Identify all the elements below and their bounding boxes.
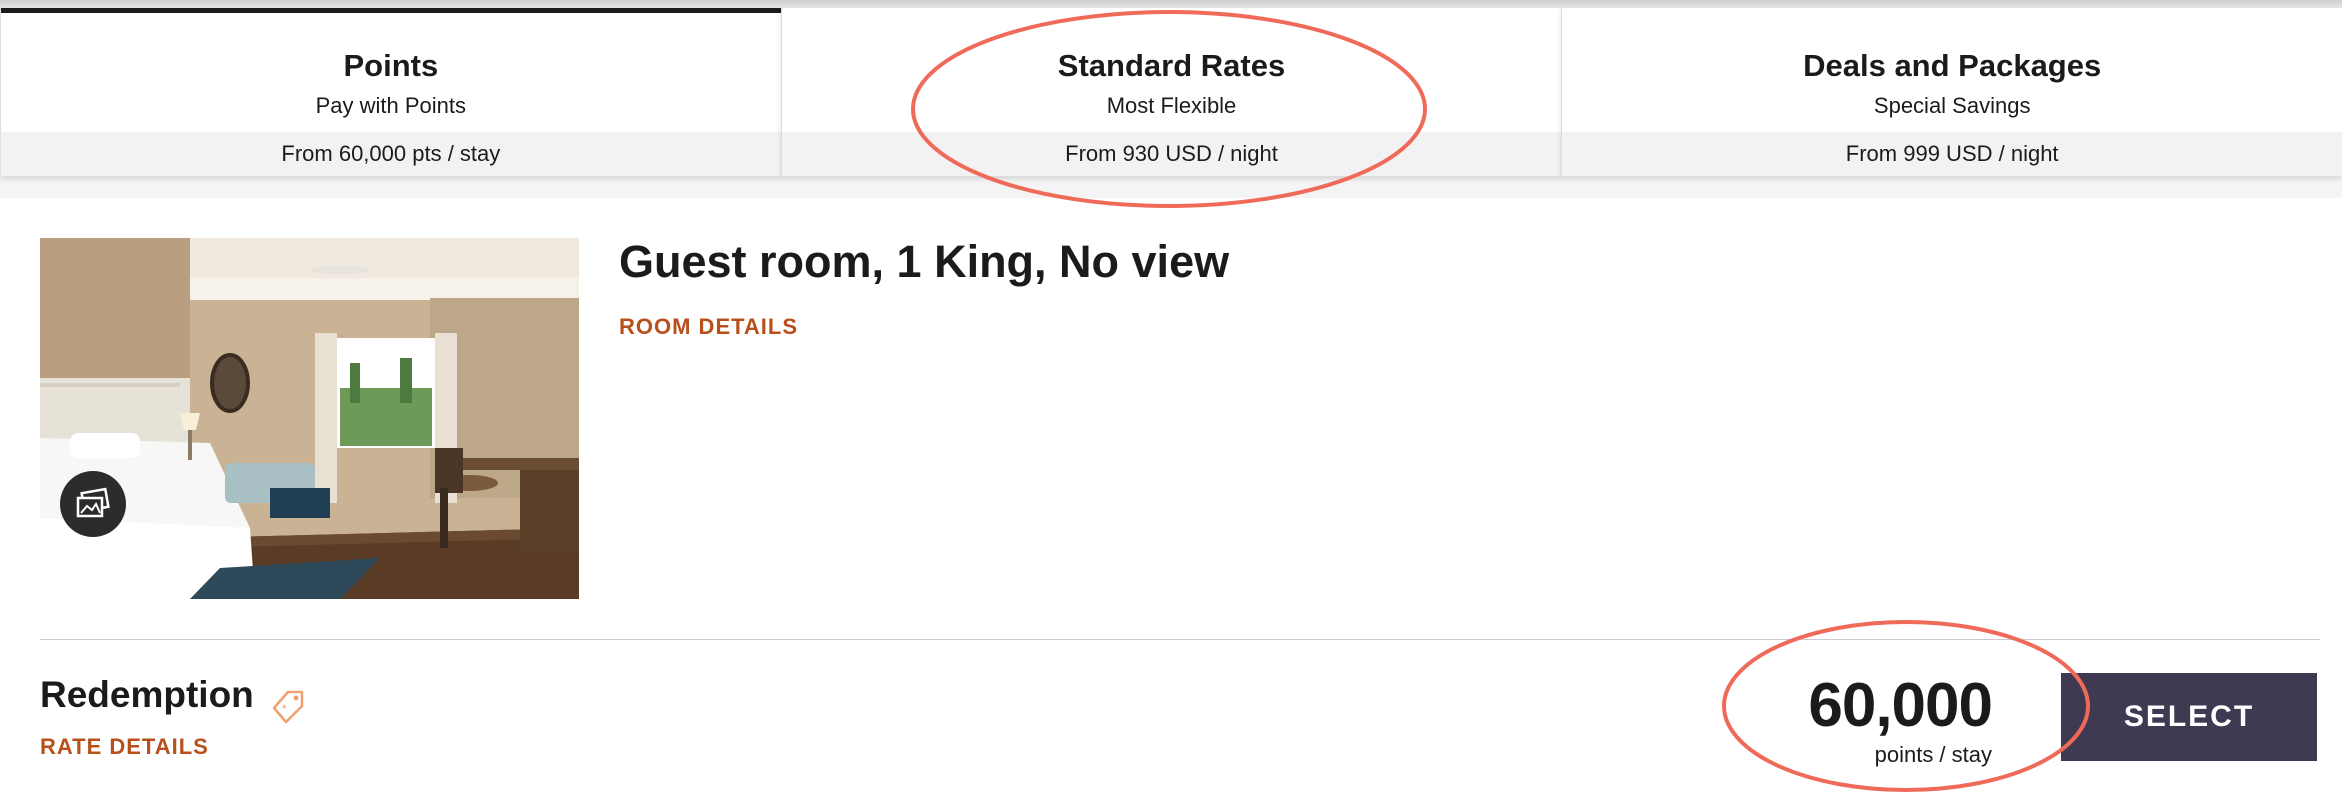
tab-price: From 930 USD / night — [781, 132, 1562, 176]
tab-standard-rates[interactable]: Standard Rates Most Flexible From 930 US… — [780, 8, 1562, 176]
tab-deals-and-packages[interactable]: Deals and Packages Special Savings From … — [1561, 8, 2342, 176]
svg-text:*: * — [282, 702, 287, 716]
points-unit: points / stay — [1874, 742, 1992, 767]
tab-price: From 60,000 pts / stay — [1, 132, 781, 176]
rate-tabs: Points Pay with Points From 60,000 pts /… — [0, 8, 2342, 176]
room-photo-illustration — [40, 238, 579, 599]
tab-title: Standard Rates — [1057, 48, 1286, 83]
photo-gallery-button[interactable] — [60, 471, 126, 537]
rate-name: Redemption — [40, 674, 254, 715]
room-title: Guest room, 1 King, No view — [619, 236, 1230, 287]
room-photo[interactable] — [40, 238, 579, 599]
tab-title: Points — [343, 48, 439, 83]
rate-details-link[interactable]: RATE DETAILS — [40, 734, 209, 760]
tab-subtitle: Pay with Points — [315, 93, 467, 118]
points-price: 60,000 — [1808, 671, 1993, 740]
tab-title: Deals and Packages — [1803, 48, 2102, 83]
tab-subtitle: Most Flexible — [1106, 93, 1237, 118]
tab-points[interactable]: Points Pay with Points From 60,000 pts /… — [0, 8, 781, 176]
gallery-icon — [76, 487, 110, 518]
room-details-link[interactable]: ROOM DETAILS — [619, 314, 798, 340]
divider — [40, 639, 2320, 640]
tag-icon[interactable]: * — [268, 686, 308, 726]
tab-subtitle: Special Savings — [1873, 93, 2031, 118]
tab-price: From 999 USD / night — [1562, 132, 2342, 176]
select-button[interactable]: SELECT — [2061, 673, 2317, 761]
room-card: Guest room, 1 King, No view ROOM DETAILS… — [0, 198, 2342, 797]
